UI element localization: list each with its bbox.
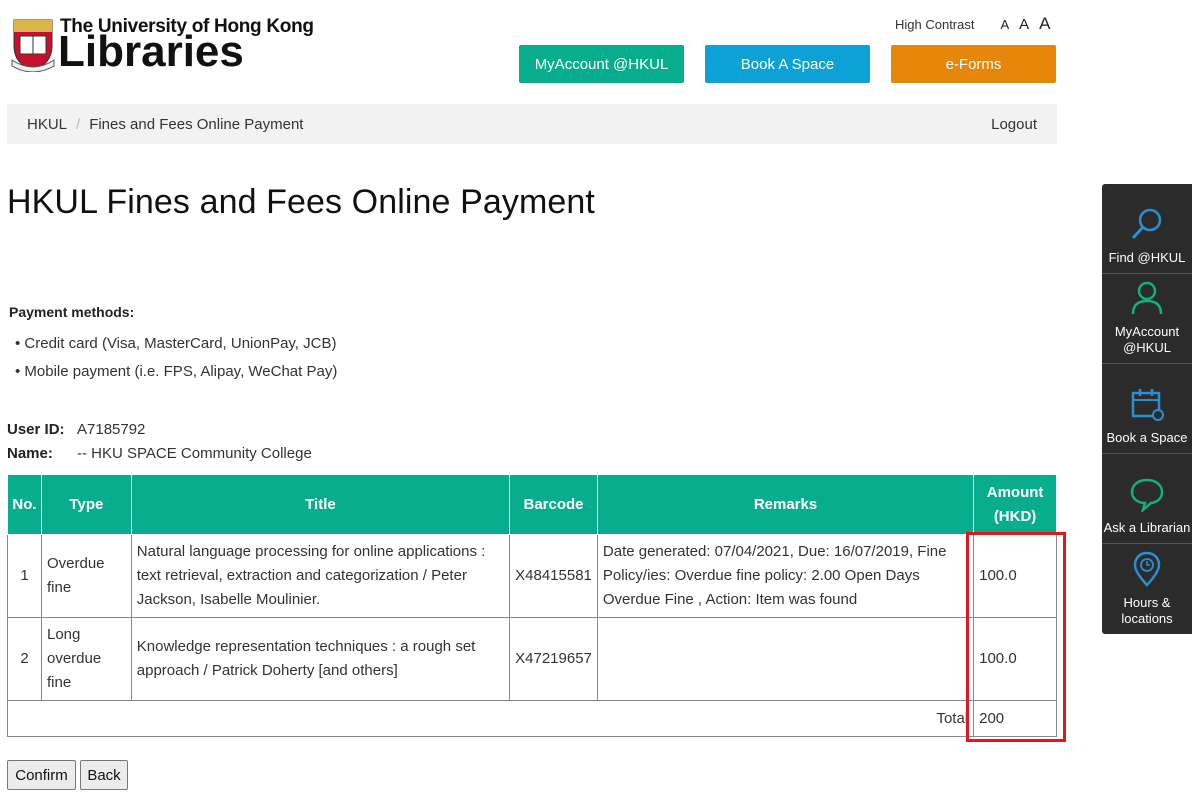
side-item-hours[interactable]: Hours & locations xyxy=(1102,544,1192,634)
side-item-label: MyAccount @HKUL xyxy=(1114,324,1180,355)
page-title: HKUL Fines and Fees Online Payment xyxy=(7,183,595,221)
col-header-barcode: Barcode xyxy=(509,474,598,535)
cell-remarks xyxy=(596,617,975,701)
high-contrast-link[interactable]: High Contrast xyxy=(895,17,974,32)
total-row: Total 200 xyxy=(6,700,1057,737)
user-id-value: A7185792 xyxy=(77,421,146,438)
payment-methods-title: Payment methods: xyxy=(9,304,135,320)
cell-no: 1 xyxy=(7,534,42,618)
font-size-large-button[interactable]: A xyxy=(1039,14,1050,34)
side-item-label: Find @HKUL xyxy=(1108,250,1186,265)
breadcrumb-current: Fines and Fees Online Payment xyxy=(89,115,304,133)
eforms-button[interactable]: e-Forms xyxy=(891,45,1056,83)
confirm-button[interactable]: Confirm xyxy=(7,760,76,790)
cell-no: 2 xyxy=(7,617,42,701)
location-pin-icon xyxy=(1133,551,1161,587)
chat-icon xyxy=(1130,478,1164,512)
total-label: Total xyxy=(6,700,975,737)
side-item-label: Book a Space xyxy=(1106,430,1188,445)
user-info: User ID: A7185792 Name: -- HKU SPACE Commu… xyxy=(7,418,312,466)
university-crest-icon xyxy=(11,19,55,72)
cell-amount: 100.0 xyxy=(973,617,1057,701)
table-row: 1 Overdue fine Natural language processi… xyxy=(7,534,1057,618)
side-item-label: Hours & locations xyxy=(1121,595,1173,626)
cell-title: Natural language processing for online a… xyxy=(130,534,511,618)
col-header-no: No. xyxy=(7,474,42,535)
font-size-medium-button[interactable]: A xyxy=(1019,16,1029,33)
col-header-remarks: Remarks xyxy=(596,474,975,535)
side-item-book-space[interactable]: Book a Space xyxy=(1102,364,1192,454)
table-row: 2 Long overdue fine Knowledge representa… xyxy=(7,617,1057,701)
table-header-row: No. Type Title Barcode Remarks Amount (HK… xyxy=(7,474,1057,535)
breadcrumb: HKUL / Fines and Fees Online Payment Log… xyxy=(7,104,1057,144)
amount-header-line1: Amount xyxy=(986,483,1044,501)
search-icon xyxy=(1131,208,1162,240)
side-item-find[interactable]: Find @HKUL xyxy=(1102,184,1192,274)
cell-amount: 100.0 xyxy=(973,534,1057,618)
cell-barcode: X47219657 xyxy=(509,617,598,701)
cell-barcode: X48415581 xyxy=(509,534,598,618)
calendar-icon xyxy=(1131,389,1164,421)
cell-type: Overdue fine xyxy=(40,534,132,618)
side-item-label: Ask a Librarian xyxy=(1103,520,1191,535)
logo-libraries: Libraries xyxy=(58,27,244,76)
col-header-type: Type xyxy=(40,474,132,535)
cell-remarks: Date generated: 07/04/2021, Due: 16/07/2… xyxy=(596,534,975,618)
amount-header-line2: (HKD) xyxy=(993,507,1037,525)
side-item-ask-librarian[interactable]: Ask a Librarian xyxy=(1102,454,1192,544)
hkul-logo[interactable]: The University of Hong Kong Libraries xyxy=(10,14,314,76)
font-size-small-button[interactable]: A xyxy=(1000,17,1009,32)
user-icon xyxy=(1131,281,1163,315)
user-name-value: -- HKU SPACE Community College xyxy=(77,445,312,462)
col-header-title: Title xyxy=(130,474,511,535)
side-item-myaccount[interactable]: MyAccount @HKUL xyxy=(1102,274,1192,364)
payment-methods-list: • Credit card (Visa, MasterCard, UnionPa… xyxy=(15,330,337,386)
quick-links-panel: Find @HKUL MyAccount @HKUL Book a Space … xyxy=(1102,184,1192,634)
accessibility-controls: High Contrast A A A xyxy=(895,14,1051,34)
user-id-label: User ID: xyxy=(7,421,65,438)
payment-method-item: • Mobile payment (i.e. FPS, Alipay, WeCh… xyxy=(15,363,338,380)
breadcrumb-separator: / xyxy=(76,115,81,133)
breadcrumb-home-link[interactable]: HKUL xyxy=(27,116,67,133)
user-name-label: Name: xyxy=(7,445,53,462)
col-header-amount: Amount (HKD) xyxy=(973,474,1057,535)
payment-method-item: • Credit card (Visa, MasterCard, UnionPa… xyxy=(15,335,337,352)
book-a-space-button[interactable]: Book A Space xyxy=(705,45,870,83)
back-button[interactable]: Back xyxy=(80,760,128,790)
my-account-button[interactable]: MyAccount @HKUL xyxy=(519,45,684,83)
fees-table: No. Type Title Barcode Remarks Amount (HK… xyxy=(6,474,1057,737)
total-value: 200 xyxy=(973,700,1057,737)
logout-link[interactable]: Logout xyxy=(991,116,1037,133)
cell-type: Long overdue fine xyxy=(40,617,132,701)
cell-title: Knowledge representation techniques : a … xyxy=(130,617,511,701)
